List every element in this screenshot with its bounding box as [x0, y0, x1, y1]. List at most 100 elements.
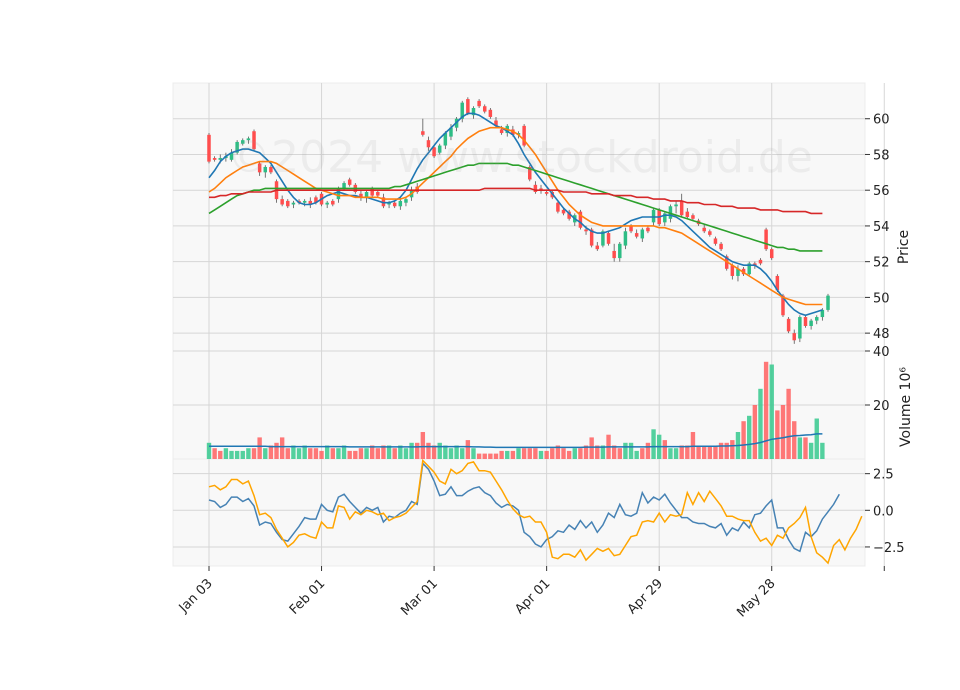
volume-bar: [426, 442, 431, 459]
volume-bar: [696, 445, 701, 459]
volume-bar: [786, 388, 791, 459]
volume-bar: [662, 440, 668, 459]
candle-body: [679, 200, 684, 216]
indicator-y-tick-label: −2.5: [873, 541, 905, 556]
volume-bar: [443, 445, 448, 459]
volume-bar: [550, 448, 555, 459]
volume-bar: [364, 448, 369, 459]
candle: [606, 231, 611, 246]
volume-bar: [229, 450, 234, 459]
volume-bar: [741, 421, 746, 459]
volume-bar: [499, 450, 504, 459]
candle-body: [826, 295, 830, 310]
candle-body: [488, 109, 493, 117]
candle-body: [786, 318, 791, 332]
volume-bar: [324, 445, 330, 459]
volume-bar: [308, 448, 313, 459]
candle-body: [286, 200, 290, 207]
volume-bar: [645, 442, 651, 459]
price-y-tick-label: 58: [873, 148, 890, 163]
volume-bar: [769, 364, 774, 459]
candle: [578, 209, 583, 230]
candle: [764, 227, 768, 251]
volume-bar: [527, 448, 532, 459]
candle: [786, 317, 791, 334]
volume-bar: [257, 437, 262, 459]
volume-bar: [578, 448, 583, 459]
volume-bar: [240, 450, 245, 459]
candle: [466, 97, 470, 116]
volume-bar: [702, 445, 707, 459]
volume-bar: [820, 442, 825, 459]
x-tick-label: May 28: [734, 576, 778, 620]
volume-bar: [341, 445, 347, 459]
volume-bar: [218, 450, 223, 459]
candle: [803, 315, 808, 328]
candle-body: [606, 233, 611, 244]
volume-bar: [403, 448, 409, 459]
candle: [747, 261, 751, 276]
candle-body: [207, 134, 211, 162]
volume-bar: [752, 405, 758, 459]
volume-bar: [668, 448, 673, 459]
volume-bar: [566, 450, 572, 459]
volume-bar: [482, 453, 487, 459]
volume-bar: [792, 421, 797, 459]
volume-bar: [353, 450, 358, 459]
x-tick-label: Feb 01: [287, 576, 329, 618]
volume-bar: [263, 448, 268, 459]
volume-bar: [296, 448, 302, 459]
volume-bar: [673, 448, 679, 459]
price-y-tick-label: 52: [873, 256, 890, 271]
candle-body: [702, 227, 706, 232]
volume-bar: [510, 450, 516, 459]
volume-bar: [572, 448, 577, 459]
volume-y-tick-label: 40: [873, 345, 890, 360]
volume-bar: [505, 450, 510, 459]
candle-body: [815, 317, 819, 321]
candle-body: [685, 211, 690, 217]
volume-bar: [330, 448, 335, 459]
volume-bar: [808, 442, 814, 459]
candle-body: [398, 200, 403, 207]
candle-body: [674, 204, 678, 207]
candle-body: [803, 317, 808, 326]
volume-bar: [274, 442, 279, 459]
volume-bar: [375, 448, 381, 459]
price-y-tick-label: 56: [873, 184, 890, 199]
volume-bar: [234, 450, 240, 459]
volume-bar: [223, 448, 229, 459]
volume-bar: [797, 437, 803, 459]
x-tick-label: Jan 03: [176, 576, 216, 616]
volume-bar: [476, 453, 482, 459]
volume-bar: [313, 448, 319, 459]
candle-body: [612, 250, 616, 259]
volume-bar: [718, 442, 724, 459]
volume-bar: [415, 442, 420, 459]
candle-body: [291, 202, 296, 205]
candle-body: [629, 225, 633, 232]
price-y-tick-label: 50: [873, 291, 890, 306]
volume-bar: [544, 450, 549, 459]
candle-body: [623, 231, 628, 246]
candle-body: [325, 202, 329, 205]
volume-bar: [437, 442, 442, 459]
volume-bar: [814, 418, 819, 459]
candle: [826, 293, 830, 312]
price-y-tick-label: 54: [873, 220, 890, 235]
x-tick-label: Apr 29: [625, 576, 666, 617]
volume-bar: [780, 405, 786, 459]
volume-bar: [488, 453, 493, 459]
volume-bar: [775, 410, 780, 459]
volume-bar: [803, 437, 808, 459]
volume-bar: [409, 442, 414, 459]
volume-bar: [493, 453, 499, 459]
candle-body: [691, 215, 695, 219]
volume-bar: [707, 445, 713, 459]
volume-bar: [521, 448, 527, 459]
volume-bar: [347, 450, 352, 459]
volume-bar: [206, 442, 212, 459]
volume-bar: [538, 450, 544, 459]
candle-body: [618, 243, 622, 259]
candle-body: [482, 106, 487, 112]
